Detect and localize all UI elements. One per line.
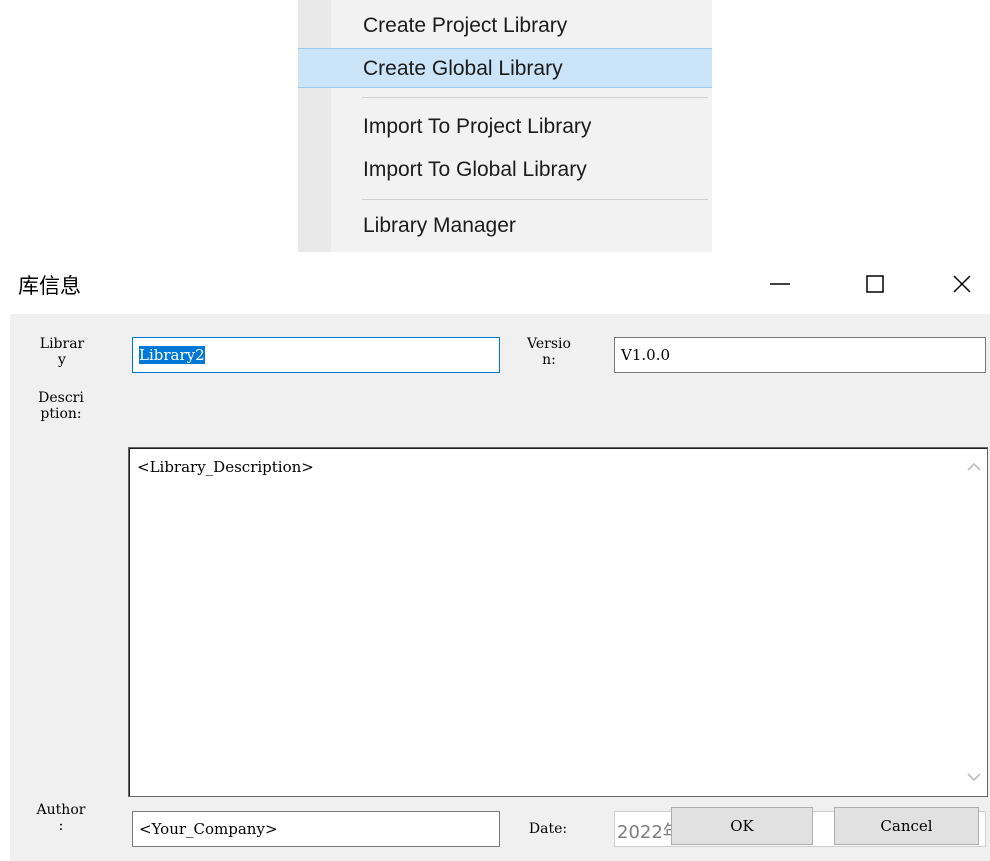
close-icon bbox=[953, 275, 971, 293]
context-menu: Create Project Library Create Global Lib… bbox=[298, 0, 712, 252]
description-value: <Library_Description> bbox=[137, 458, 314, 476]
menu-item-import-to-project-library[interactable]: Import To Project Library bbox=[331, 107, 712, 147]
menu-separator bbox=[362, 97, 708, 98]
menu-item-create-global-library[interactable]: Create Global Library bbox=[298, 48, 712, 88]
author-field[interactable]: <Your_Company> bbox=[132, 811, 500, 847]
date-label: Date: bbox=[528, 821, 568, 837]
menu-item-label: Import To Project Library bbox=[363, 115, 592, 138]
minimize-button[interactable] bbox=[750, 254, 810, 314]
scroll-up-icon[interactable] bbox=[966, 461, 982, 473]
library-name-field[interactable]: Library2 bbox=[132, 337, 500, 373]
menu-item-library-manager[interactable]: Library Manager bbox=[331, 206, 712, 246]
description-textarea[interactable]: <Library_Description> bbox=[128, 447, 988, 797]
menu-item-label: Create Project Library bbox=[363, 14, 568, 37]
dialog-title: 库信息 bbox=[18, 274, 81, 298]
library-name-label: Librar y bbox=[39, 336, 85, 368]
menu-item-create-project-library[interactable]: Create Project Library bbox=[331, 6, 712, 46]
menu-separator bbox=[362, 199, 708, 200]
menu-icon-gutter bbox=[298, 0, 331, 252]
description-label: Descri ption: bbox=[38, 390, 84, 422]
close-button[interactable] bbox=[932, 254, 990, 314]
version-value: V1.0.0 bbox=[621, 346, 670, 364]
cancel-button-label: Cancel bbox=[880, 817, 933, 835]
author-label: Author : bbox=[36, 802, 86, 834]
dialog-body: Librar y Library2 Versio n: V1.0.0 Descr… bbox=[10, 314, 990, 861]
menu-item-label: Library Manager bbox=[363, 214, 516, 237]
library-info-dialog: 库信息 Librar y Library2 Versio n: V1.0.0 D… bbox=[0, 254, 990, 861]
cancel-button[interactable]: Cancel bbox=[834, 807, 979, 845]
scroll-down-icon[interactable] bbox=[966, 771, 982, 783]
dialog-titlebar[interactable]: 库信息 bbox=[0, 254, 990, 314]
maximize-button[interactable] bbox=[845, 254, 905, 314]
menu-item-label: Create Global Library bbox=[363, 57, 563, 80]
version-field[interactable]: V1.0.0 bbox=[614, 337, 986, 373]
menu-item-import-to-global-library[interactable]: Import To Global Library bbox=[331, 150, 712, 190]
library-name-value: Library2 bbox=[139, 346, 205, 364]
maximize-icon bbox=[866, 275, 884, 293]
version-label: Versio n: bbox=[527, 336, 571, 368]
ok-button-label: OK bbox=[730, 817, 754, 835]
description-scrollbar[interactable] bbox=[962, 449, 986, 795]
author-value: <Your_Company> bbox=[139, 820, 278, 838]
ok-button[interactable]: OK bbox=[671, 807, 813, 845]
minimize-icon bbox=[770, 283, 790, 285]
menu-item-label: Import To Global Library bbox=[363, 158, 587, 181]
